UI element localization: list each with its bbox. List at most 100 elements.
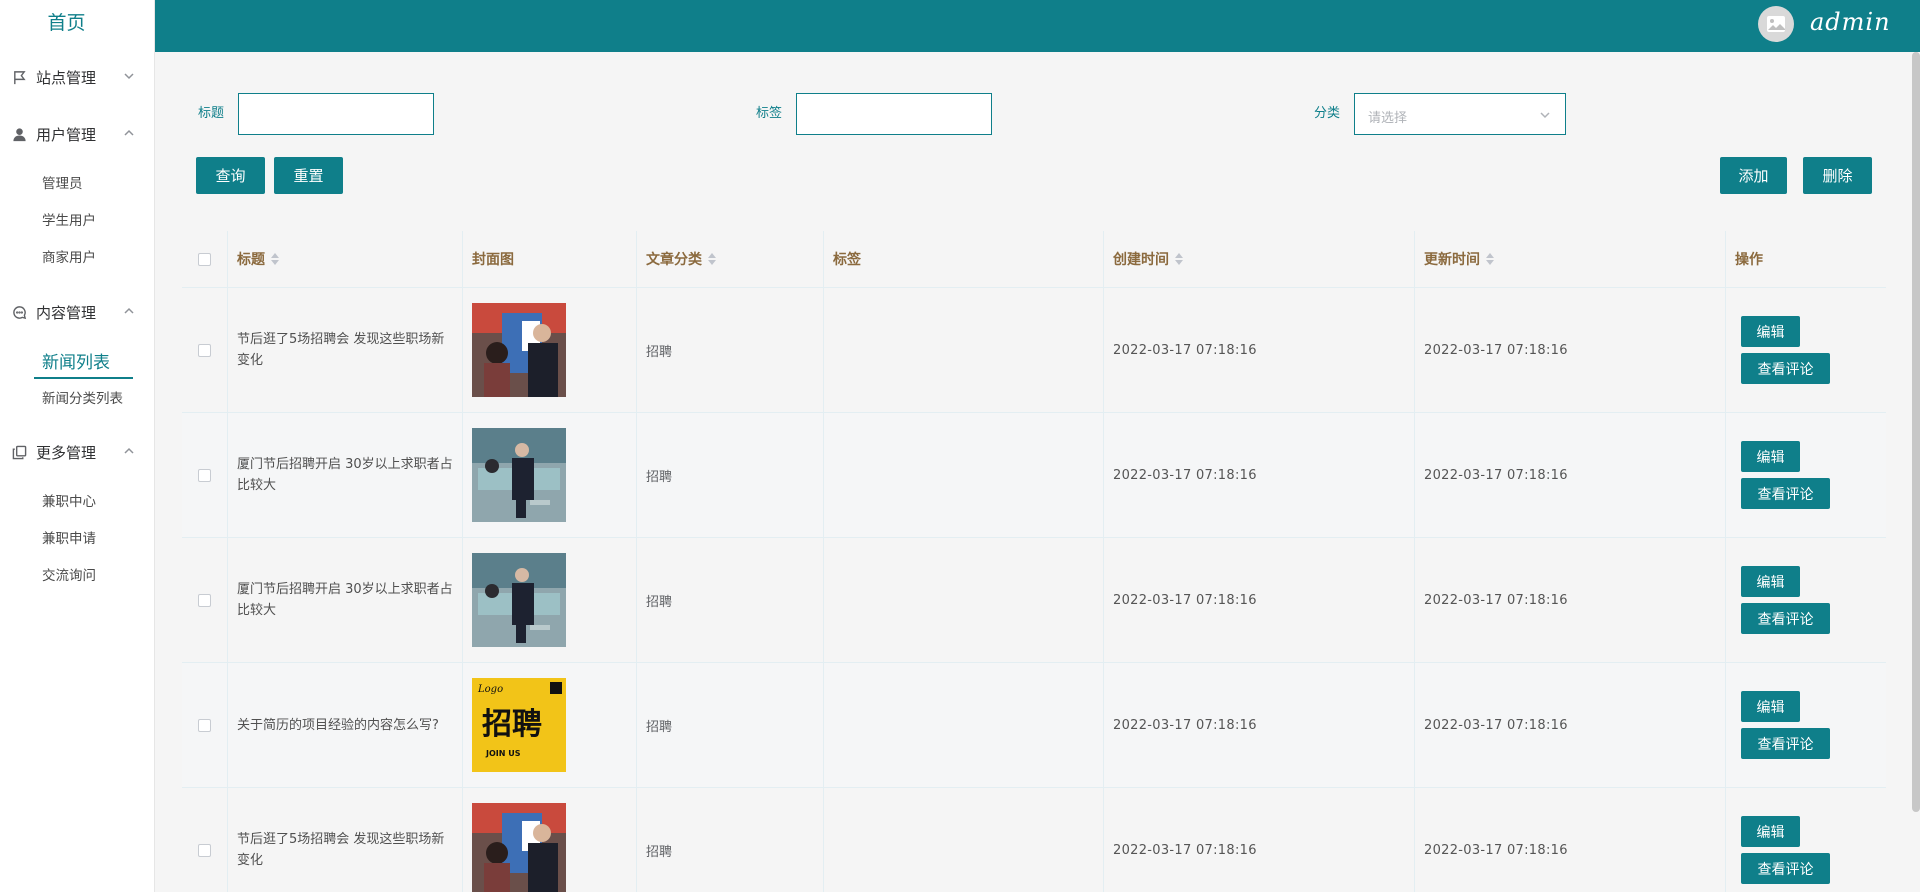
view-comments-button[interactable]: 查看评论: [1741, 853, 1830, 884]
menu-site-management-label: 站点管理: [36, 69, 97, 87]
row-category-cell: 招聘: [637, 288, 824, 412]
view-comments-button[interactable]: 查看评论: [1741, 478, 1830, 509]
row-created: 2022-03-17 07:18:16: [1113, 592, 1257, 608]
row-checkbox[interactable]: [198, 593, 211, 607]
title-filter-input[interactable]: [238, 93, 434, 135]
category-select[interactable]: 请选择: [1354, 93, 1566, 135]
tag-filter-label: 标签: [756, 106, 783, 121]
row-checkbox[interactable]: [198, 718, 211, 732]
select-all-checkbox[interactable]: [198, 252, 211, 266]
row-created-cell: 2022-03-17 07:18:16: [1104, 538, 1415, 662]
row-actions-cell: 编辑 查看评论: [1726, 538, 1886, 662]
col-actions-label: 操作: [1735, 252, 1763, 268]
sidebar-item-admins[interactable]: 管理员: [42, 172, 83, 192]
sort-icon[interactable]: [708, 253, 716, 265]
row-category-cell: 招聘: [637, 663, 824, 787]
row-checkbox[interactable]: [198, 468, 211, 482]
edit-button[interactable]: 编辑: [1741, 691, 1800, 722]
image-icon: [1767, 16, 1785, 32]
sort-icon[interactable]: [1486, 253, 1494, 265]
row-tag-cell: [824, 538, 1104, 662]
sidebar: 首页 站点管理 用户管理 管理员 学生用户 商家用户 内容管理 新闻列表 新闻分…: [0, 0, 155, 892]
row-created-cell: 2022-03-17 07:18:16: [1104, 288, 1415, 412]
menu-site-management[interactable]: 站点管理: [12, 67, 134, 88]
tag-filter-input[interactable]: [796, 93, 992, 135]
row-title-cell: 厦门节后招聘开启 30岁以上求职者占比较大: [228, 538, 463, 662]
row-select-cell: [182, 288, 228, 412]
menu-user-management[interactable]: 用户管理: [12, 124, 134, 145]
sidebar-item-students[interactable]: 学生用户: [42, 209, 96, 229]
edit-button[interactable]: 编辑: [1741, 816, 1800, 847]
home-link[interactable]: 首页: [0, 8, 133, 35]
row-select-cell: [182, 788, 228, 892]
col-created[interactable]: 创建时间: [1104, 231, 1415, 287]
menu-more-management-label: 更多管理: [36, 444, 97, 462]
sort-icon[interactable]: [271, 253, 279, 265]
row-updated: 2022-03-17 07:18:16: [1424, 467, 1568, 483]
col-title[interactable]: 标题: [228, 231, 463, 287]
row-updated: 2022-03-17 07:18:16: [1424, 342, 1568, 358]
chevron-down-icon: [1540, 112, 1550, 119]
col-cover: 封面图: [463, 231, 637, 287]
row-actions-cell: 编辑 查看评论: [1726, 413, 1886, 537]
menu-content-management[interactable]: 内容管理: [12, 302, 134, 323]
avatar[interactable]: [1758, 6, 1794, 42]
sidebar-item-news-list[interactable]: 新闻列表: [34, 348, 133, 379]
row-updated-cell: 2022-03-17 07:18:16: [1415, 413, 1726, 537]
add-button[interactable]: 添加: [1720, 157, 1787, 194]
edit-button[interactable]: 编辑: [1741, 566, 1800, 597]
row-title-cell: 关于简历的项目经验的内容怎么写?: [228, 663, 463, 787]
user-icon: [13, 128, 26, 142]
sidebar-item-parttime-apply[interactable]: 兼职申请: [42, 527, 96, 547]
view-comments-button[interactable]: 查看评论: [1741, 728, 1830, 759]
row-created: 2022-03-17 07:18:16: [1113, 717, 1257, 733]
row-category-cell: 招聘: [637, 538, 824, 662]
row-checkbox[interactable]: [198, 843, 211, 857]
sidebar-item-merchants[interactable]: 商家用户: [42, 246, 96, 266]
view-comments-button[interactable]: 查看评论: [1741, 603, 1830, 634]
row-cover-cell: [463, 538, 637, 662]
reset-button[interactable]: 重置: [274, 157, 343, 194]
menu-more-management[interactable]: 更多管理: [12, 442, 134, 463]
row-select-cell: [182, 413, 228, 537]
poster-main-text: 招聘: [482, 707, 542, 742]
interview-desk-photo: [472, 553, 566, 647]
view-comments-button[interactable]: 查看评论: [1741, 353, 1830, 384]
edit-button[interactable]: 编辑: [1741, 316, 1800, 347]
chevron-up-icon: [124, 129, 134, 136]
sidebar-item-news-categories[interactable]: 新闻分类列表: [42, 387, 123, 407]
row-category-cell: 招聘: [637, 413, 824, 537]
col-actions: 操作: [1726, 231, 1886, 287]
row-updated-cell: 2022-03-17 07:18:16: [1415, 663, 1726, 787]
col-tag-label: 标签: [833, 252, 861, 268]
query-button[interactable]: 查询: [196, 157, 265, 194]
category-select-placeholder: 请选择: [1368, 111, 1408, 126]
row-cover-cell: [463, 788, 637, 892]
table-header-row: 标题 封面图 文章分类 标签 创建时间 更新时间 操作: [182, 231, 1886, 288]
row-created: 2022-03-17 07:18:16: [1113, 467, 1257, 483]
col-updated[interactable]: 更新时间: [1415, 231, 1726, 287]
sidebar-item-parttime-center[interactable]: 兼职中心: [42, 490, 96, 510]
username[interactable]: admin: [1810, 8, 1891, 36]
edit-button[interactable]: 编辑: [1741, 441, 1800, 472]
chevron-down-icon: [124, 73, 134, 80]
vertical-scrollbar[interactable]: [1912, 52, 1920, 812]
row-updated-cell: 2022-03-17 07:18:16: [1415, 788, 1726, 892]
row-category: 招聘: [646, 469, 673, 485]
row-created-cell: 2022-03-17 07:18:16: [1104, 788, 1415, 892]
row-cover-cell: [463, 288, 637, 412]
sort-icon[interactable]: [1175, 253, 1183, 265]
flag-icon: [14, 71, 26, 85]
category-filter-label: 分类: [1314, 106, 1341, 121]
col-category[interactable]: 文章分类: [637, 231, 824, 287]
row-created-cell: 2022-03-17 07:18:16: [1104, 663, 1415, 787]
copy-icon: [12, 445, 27, 460]
delete-button[interactable]: 删除: [1803, 157, 1872, 194]
sidebar-item-inquiries[interactable]: 交流询问: [42, 564, 96, 584]
row-actions-cell: 编辑 查看评论: [1726, 788, 1886, 892]
row-updated-cell: 2022-03-17 07:18:16: [1415, 288, 1726, 412]
title-filter-label: 标题: [198, 106, 225, 121]
col-tag: 标签: [824, 231, 1104, 287]
row-title: 节后逛了5场招聘会 发现这些职场新变化: [237, 332, 445, 368]
row-checkbox[interactable]: [198, 343, 211, 357]
